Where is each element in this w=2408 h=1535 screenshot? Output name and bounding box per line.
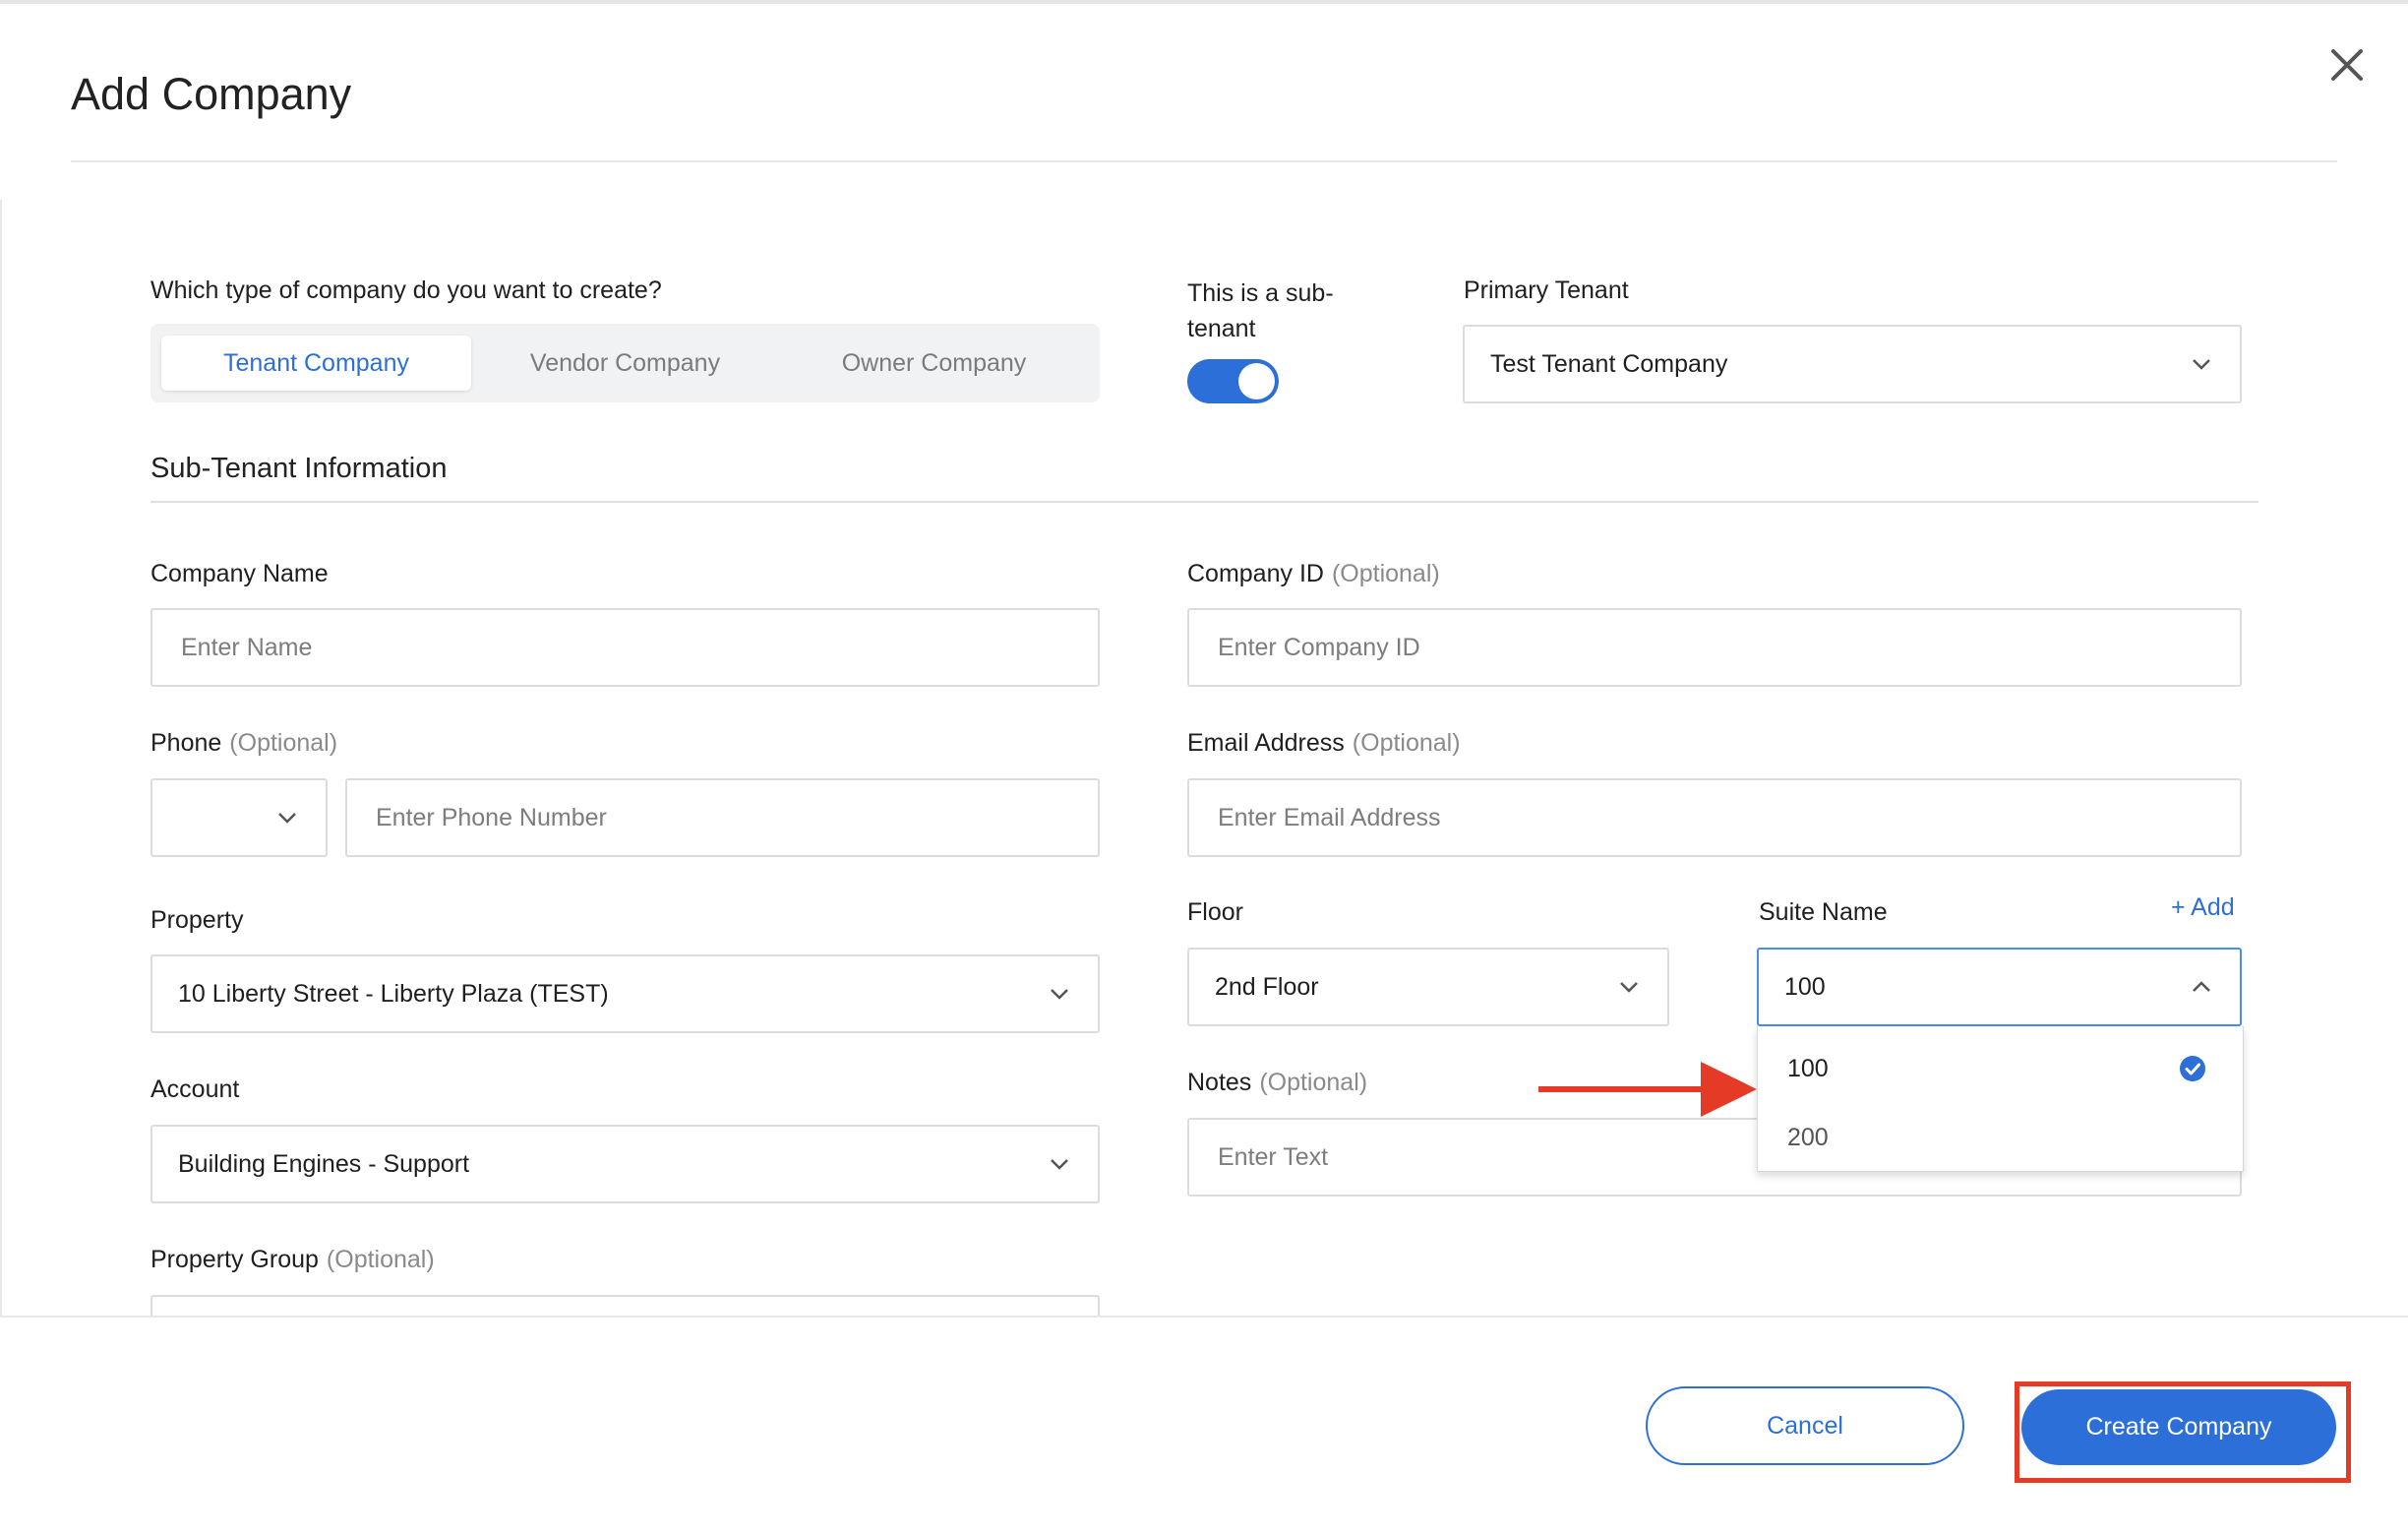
floor-select[interactable]: 2nd Floor	[1187, 948, 1669, 1026]
optional-tag: (Optional)	[326, 1246, 435, 1273]
create-company-button[interactable]: Create Company	[2021, 1389, 2336, 1465]
tab-owner-company[interactable]: Owner Company	[779, 336, 1089, 391]
company-id-input[interactable]	[1187, 608, 2242, 687]
toggle-knob	[1238, 363, 1275, 399]
email-label-text: Email Address	[1187, 729, 1345, 757]
phone-number-input[interactable]	[345, 778, 1100, 857]
email-input[interactable]	[1187, 778, 2242, 857]
primary-tenant-label: Primary Tenant	[1464, 276, 1629, 304]
property-label: Property	[150, 906, 244, 934]
property-select[interactable]: 10 Liberty Street - Liberty Plaza (TEST)	[150, 954, 1100, 1033]
suite-name-label: Suite Name	[1759, 898, 1888, 926]
company-type-segmented-control: Tenant Company Vendor Company Owner Comp…	[150, 324, 1100, 402]
floor-value: 2nd Floor	[1215, 972, 1319, 1001]
notes-label: Notes (Optional)	[1187, 1068, 1367, 1097]
optional-tag: (Optional)	[1259, 1069, 1368, 1096]
account-select[interactable]: Building Engines - Support	[150, 1125, 1100, 1203]
floor-label: Floor	[1187, 898, 1243, 926]
suite-option-label: 200	[1787, 1123, 1829, 1151]
suite-option-100[interactable]: 100	[1758, 1036, 2243, 1101]
tab-tenant-company[interactable]: Tenant Company	[161, 336, 471, 391]
chevron-down-icon	[1051, 989, 1068, 1000]
company-name-label: Company Name	[150, 559, 329, 588]
suite-name-dropdown: 100 200	[1757, 1026, 2244, 1172]
optional-tag: (Optional)	[1352, 729, 1461, 757]
annotation-arrow-icon	[1538, 1062, 1757, 1117]
company-id-label: Company ID (Optional)	[1187, 559, 1440, 588]
add-suite-link[interactable]: + Add	[2171, 893, 2235, 922]
phone-country-code-select[interactable]	[150, 778, 328, 857]
company-type-question: Which type of company do you want to cre…	[150, 276, 662, 304]
chevron-down-icon	[278, 813, 296, 824]
suite-name-select[interactable]: 100	[1757, 948, 2242, 1026]
property-group-select[interactable]	[150, 1295, 1100, 1317]
suite-name-value: 100	[1784, 972, 1826, 1001]
property-group-label: Property Group (Optional)	[150, 1245, 435, 1274]
check-circle-icon	[2180, 1056, 2205, 1081]
primary-tenant-select[interactable]: Test Tenant Company	[1463, 325, 2242, 403]
optional-tag: (Optional)	[1331, 560, 1440, 587]
chevron-down-icon	[1051, 1159, 1068, 1170]
phone-label-text: Phone	[150, 729, 222, 757]
company-name-input[interactable]	[150, 608, 1100, 687]
company-id-label-text: Company ID	[1187, 560, 1324, 587]
optional-tag: (Optional)	[229, 729, 338, 757]
property-value: 10 Liberty Street - Liberty Plaza (TEST)	[178, 979, 609, 1008]
chevron-down-icon	[1620, 982, 1638, 993]
tab-vendor-company[interactable]: Vendor Company	[470, 336, 780, 391]
chevron-up-icon	[2193, 981, 2210, 992]
footer-divider	[0, 1316, 2408, 1318]
primary-tenant-value: Test Tenant Company	[1490, 349, 1728, 378]
company-name-label-text: Company Name	[150, 560, 329, 587]
property-group-label-text: Property Group	[150, 1246, 319, 1273]
account-label: Account	[150, 1075, 240, 1103]
section-divider	[150, 501, 2258, 503]
cancel-button[interactable]: Cancel	[1646, 1386, 1964, 1465]
section-title: Sub-Tenant Information	[150, 453, 448, 484]
suite-option-200[interactable]: 200	[1758, 1105, 2243, 1170]
chevron-down-icon	[2193, 359, 2210, 370]
form-body: Which type of company do you want to cre…	[0, 0, 2408, 1317]
sub-tenant-label: This is a sub-tenant	[1187, 279, 1334, 342]
sub-tenant-toggle[interactable]	[1187, 359, 1279, 403]
account-value: Building Engines - Support	[178, 1149, 470, 1178]
phone-label: Phone (Optional)	[150, 728, 337, 758]
suite-option-label: 100	[1787, 1054, 1829, 1082]
email-label: Email Address (Optional)	[1187, 728, 1461, 758]
notes-label-text: Notes	[1187, 1069, 1252, 1096]
